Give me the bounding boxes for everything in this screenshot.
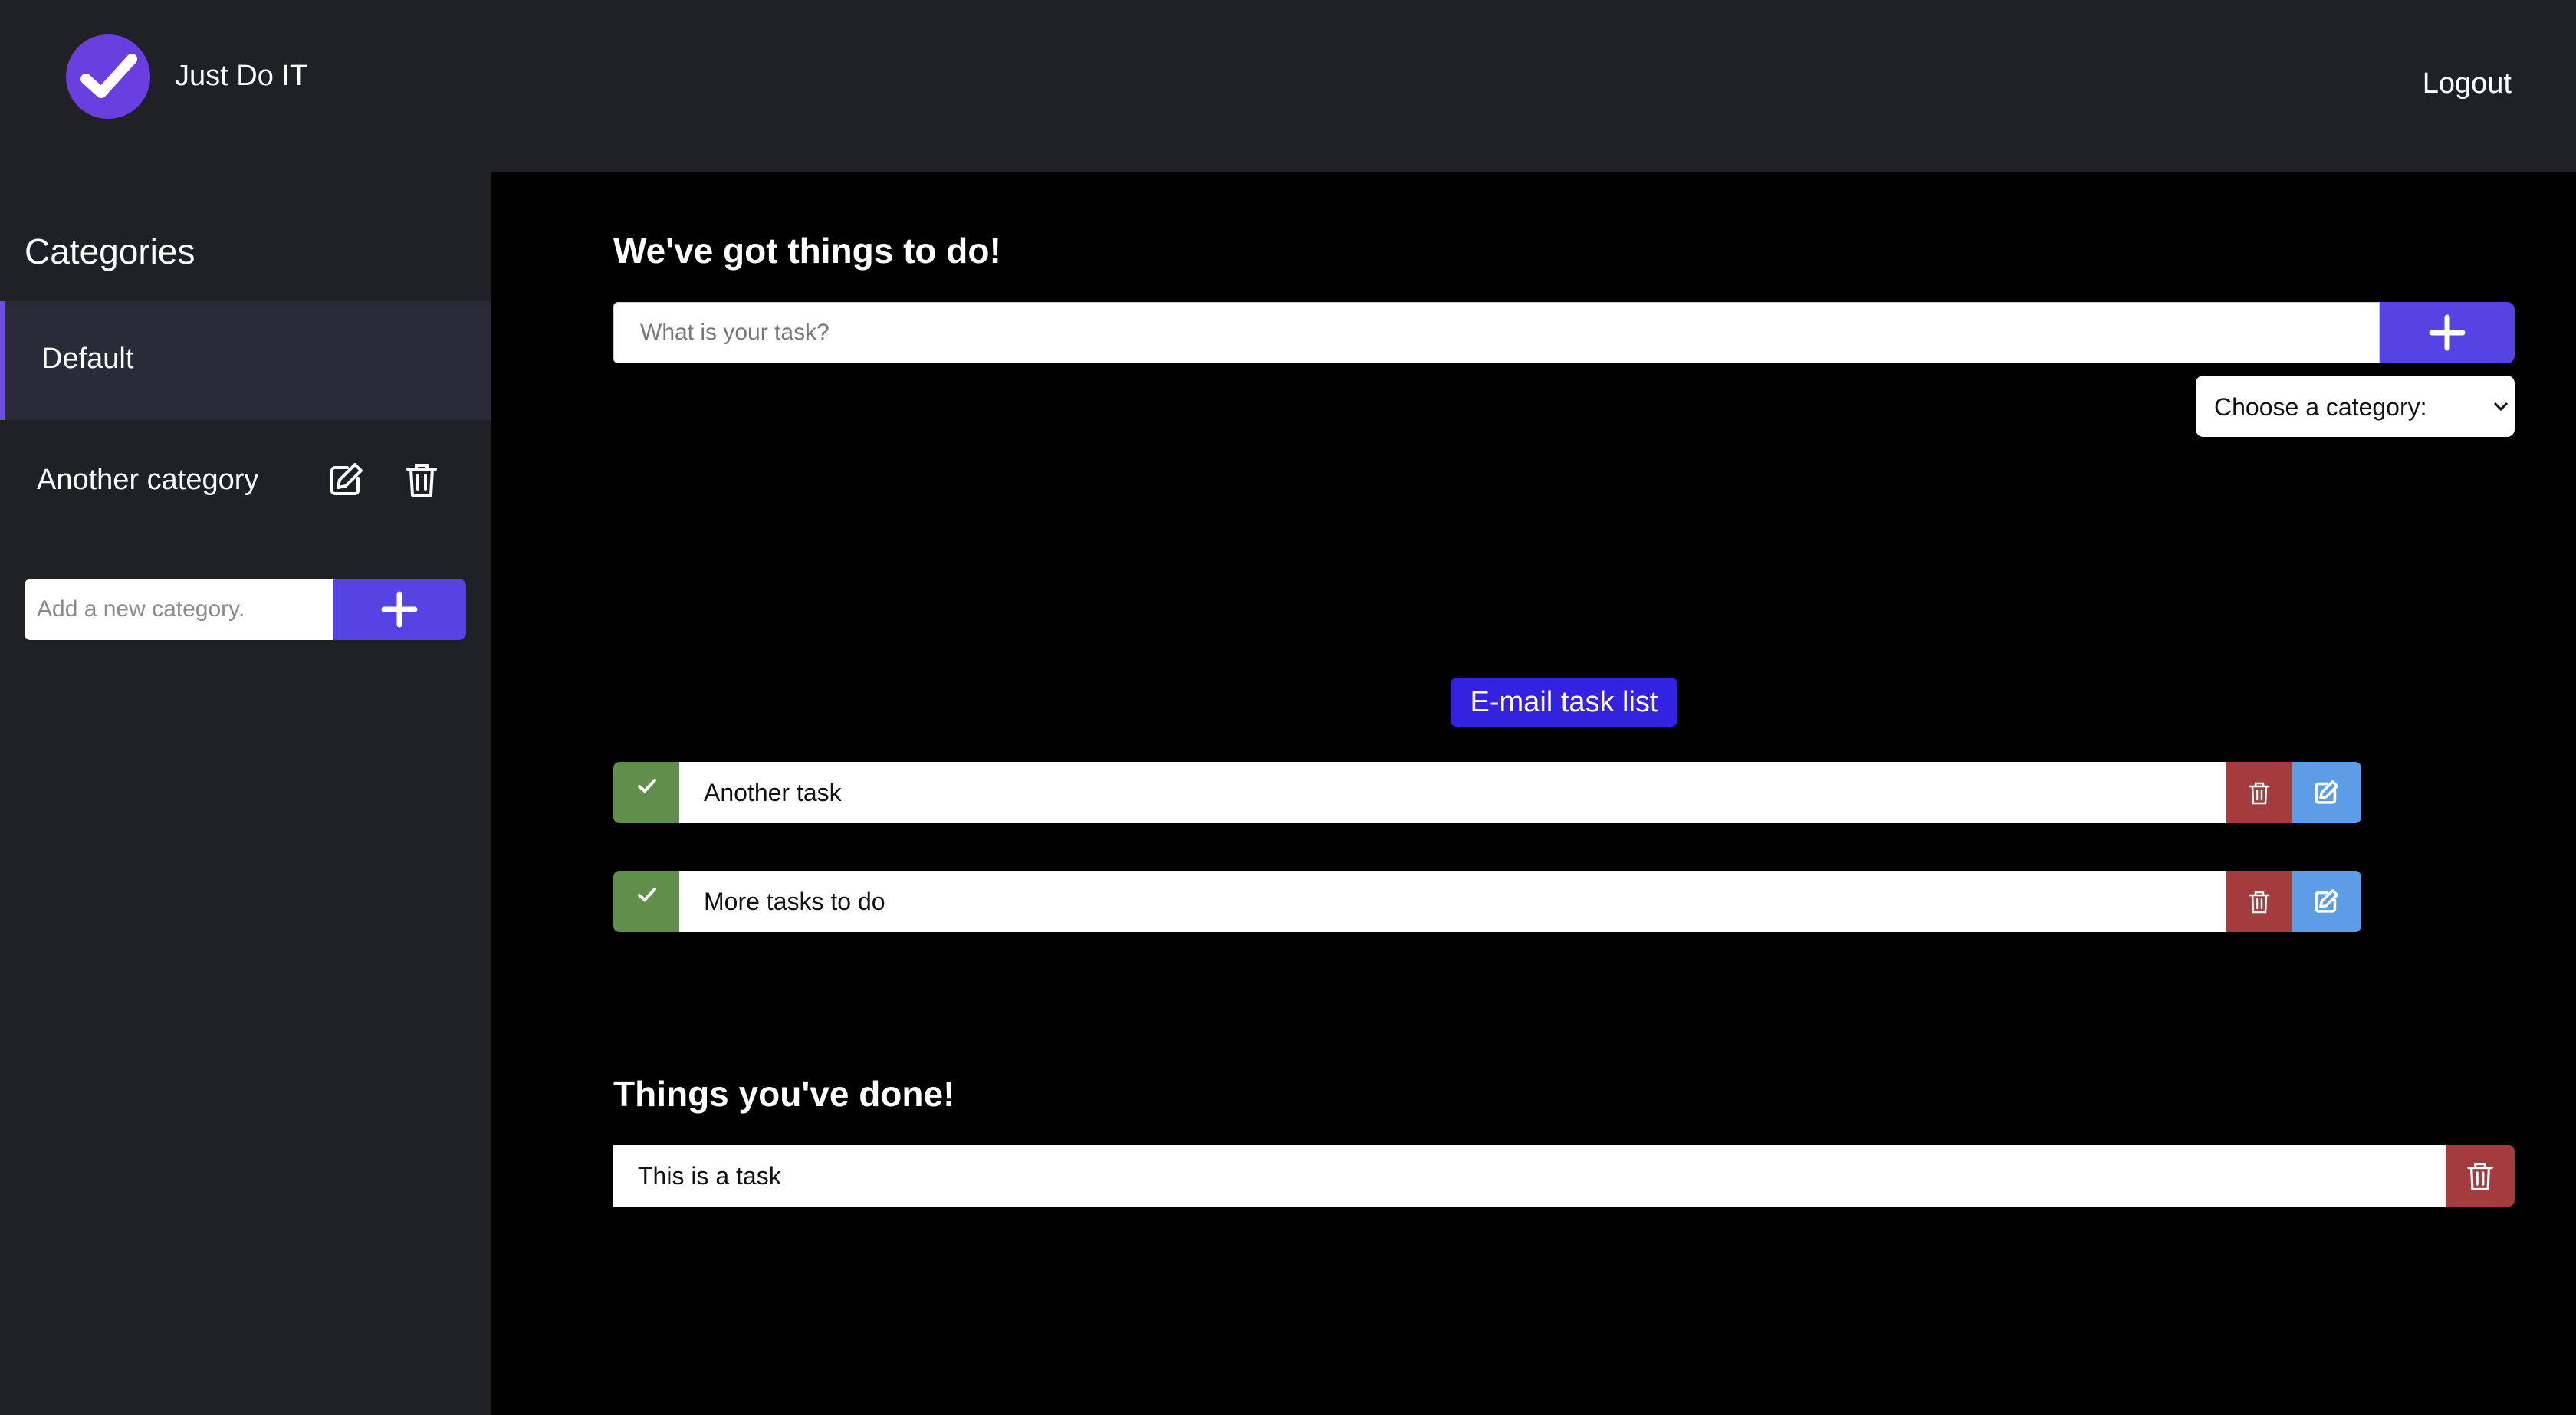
add-task-button[interactable] <box>2380 302 2515 363</box>
app-title: Just Do IT <box>175 60 308 92</box>
add-category-button[interactable] <box>333 579 466 640</box>
category-select[interactable]: Choose a category: <box>2196 376 2515 437</box>
category-item-default[interactable]: Default <box>0 301 491 420</box>
edit-icon <box>2315 888 2339 913</box>
new-category-input[interactable] <box>25 579 333 640</box>
trash-icon[interactable] <box>400 458 443 501</box>
complete-task-button[interactable] <box>613 871 679 932</box>
delete-done-task-button[interactable] <box>2446 1145 2515 1207</box>
delete-task-button[interactable] <box>2226 762 2292 823</box>
edit-task-button[interactable] <box>2292 871 2361 932</box>
delete-task-button[interactable] <box>2226 871 2292 932</box>
edit-icon[interactable] <box>324 458 367 501</box>
task-text: More tasks to do <box>679 871 2226 932</box>
category-label: Another category <box>37 464 259 496</box>
trash-icon <box>2467 1162 2493 1191</box>
category-label: Default <box>41 343 134 375</box>
trash-icon <box>2249 782 2270 805</box>
plus-icon <box>381 591 418 628</box>
edit-icon <box>2315 780 2339 804</box>
done-task-text: This is a task <box>613 1145 2446 1207</box>
edit-task-button[interactable] <box>2292 762 2361 823</box>
plus-icon <box>2429 314 2466 351</box>
check-circle-icon <box>66 34 150 119</box>
chevron-down-icon <box>2493 402 2509 412</box>
complete-task-button[interactable] <box>613 762 679 823</box>
task-text: Another task <box>679 762 2226 823</box>
done-task-row: This is a task <box>613 1145 2515 1207</box>
task-input[interactable] <box>613 302 2380 363</box>
sidebar: Categories Default Another category <box>0 172 491 1415</box>
check-icon <box>638 779 656 793</box>
sidebar-title: Categories <box>25 231 196 271</box>
app-header: Just Do IT Logout <box>0 0 2576 172</box>
trash-icon <box>2249 891 2270 914</box>
done-heading: Things you've done! <box>613 1074 955 1114</box>
category-select-value: Choose a category: <box>2214 393 2427 421</box>
todo-heading: We've got things to do! <box>613 231 1001 271</box>
task-row: Another task <box>613 762 2515 823</box>
check-icon <box>638 888 656 902</box>
email-task-list-button[interactable]: E-mail task list <box>1451 678 1677 727</box>
category-item-another[interactable]: Another category <box>0 420 491 535</box>
logout-link[interactable]: Logout <box>2423 67 2512 100</box>
task-row: More tasks to do <box>613 871 2515 932</box>
